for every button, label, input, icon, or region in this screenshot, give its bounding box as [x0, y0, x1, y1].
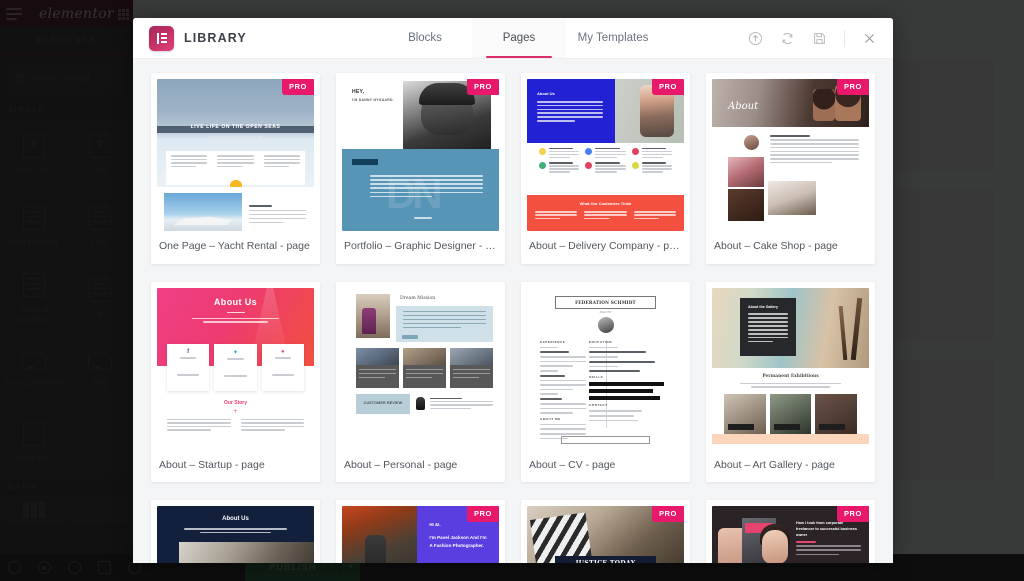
thumb-headline: I'm Pavel Jackson And I'm A Fashion Phot… [429, 535, 487, 548]
template-title: Portfolio – Graphic Designer - page [344, 240, 505, 252]
pro-badge: PRO [281, 79, 314, 95]
thumb-section-title: Permanent Exhibitions [762, 373, 819, 379]
template-card[interactable]: About the Gallery Permanent Exhibitions [706, 281, 875, 483]
thumb-sub: I'M DANNY NYGAARD. [352, 98, 394, 102]
modal-title: LIBRARY [184, 31, 247, 45]
thumb-section: CONTACT [589, 403, 608, 408]
template-title: One Page – Yacht Rental - page [159, 240, 310, 252]
thumb-review-label: CUSTOMER REVIEW [356, 393, 410, 414]
close-icon[interactable] [862, 31, 877, 46]
elementor-logo-icon [149, 25, 174, 51]
template-card[interactable]: PRO LIVE LIFE ON THE OPEN SEAS LUXURY YA… [151, 73, 320, 264]
thumb-headline: HEY, [352, 89, 365, 95]
modal-actions [748, 18, 893, 58]
template-thumbnail: PRO JUSTICE TODAY Case Results · 100% [527, 506, 684, 563]
import-template-icon[interactable] [748, 31, 763, 46]
sync-library-icon[interactable] [780, 31, 795, 46]
thumb-sub: LUXURY YACHTING SOLUTIONS [208, 135, 263, 139]
thumb-headline: Dream Mission [400, 295, 436, 301]
thumb-link: Our Story [223, 399, 248, 406]
template-title: About – Personal - page [344, 458, 458, 471]
template-library-modal: LIBRARY Blocks Pages My Templates PRO LI… [133, 18, 893, 563]
thumb-band-title: What Our Customers Think [579, 201, 632, 206]
template-thumbnail: PRO About [712, 79, 869, 231]
thumb-headline: About Us [222, 516, 249, 523]
save-template-icon[interactable] [812, 31, 827, 46]
thumb-headline: FEDERATION SCHMIDT [555, 295, 656, 309]
pro-badge: PRO [466, 506, 499, 523]
thumb-role: ANALYST [599, 310, 612, 314]
tab-blocks[interactable]: Blocks [378, 18, 472, 58]
template-thumbnail: PRO LIVE LIFE ON THE OPEN SEAS LUXURY YA… [157, 79, 314, 231]
template-card[interactable]: FEDERATION SCHMIDT ANALYST EXPERIENCE AB… [521, 281, 690, 483]
pro-badge: PRO [836, 79, 869, 95]
thumb-headline: About [728, 101, 759, 112]
thumb-headline: LIVE LIFE ON THE OPEN SEAS [190, 124, 281, 130]
template-title: About – Delivery Company - page [529, 240, 687, 252]
template-card[interactable]: About Us [151, 500, 320, 563]
tab-pages[interactable]: Pages [472, 18, 566, 58]
thumb-headline: JUSTICE TODAY [555, 556, 656, 563]
template-card[interactable]: Dream Mission CUSTOMER REVIEW About – Pe… [336, 281, 505, 483]
template-card[interactable]: About Us f ✦ ● Our Story + About – Start… [151, 281, 320, 483]
template-card[interactable]: PRO HI &I. I'm Pavel Jackson And I'm A F… [336, 500, 505, 563]
thumb-headline: How I took from corporate freelancer to … [796, 521, 857, 538]
thumb-headline: About Us [213, 296, 258, 307]
template-card[interactable]: PRO How I took from corporate freelancer… [706, 500, 875, 563]
tab-my-templates[interactable]: My Templates [566, 18, 660, 58]
template-title: About – Art Gallery - page [714, 458, 835, 471]
template-card[interactable]: PRO About About – Cake Shop - page [706, 73, 875, 264]
thumb-section: EXPERIENCE [540, 339, 566, 344]
template-thumbnail: Dream Mission CUSTOMER REVIEW [342, 287, 499, 450]
template-thumbnail: About Us [157, 506, 314, 563]
template-title: About – Cake Shop - page [714, 240, 838, 252]
template-thumbnail: PRO About Us What Our Customers Think [527, 79, 684, 231]
thumb-headline: About Us [537, 91, 555, 96]
pro-badge: PRO [466, 79, 499, 95]
modal-brand: LIBRARY [133, 18, 378, 58]
pro-badge: PRO [651, 79, 684, 95]
action-divider [844, 29, 845, 47]
template-title: About – Startup - page [159, 458, 265, 471]
modal-tabs: Blocks Pages My Templates [378, 18, 660, 58]
template-thumbnail: PRO HEY, I'M DANNY NYGAARD. DN [342, 79, 499, 231]
thumb-headline: About the Gallery [748, 304, 778, 309]
thumb-section: SKILLS [589, 375, 604, 380]
thumb-sub: HI &I. [429, 522, 441, 528]
template-thumbnail: PRO HI &I. I'm Pavel Jackson And I'm A F… [342, 506, 499, 563]
thumb-section: ABOUT ME [540, 416, 561, 421]
template-card[interactable]: PRO HEY, I'M DANNY NYGAARD. DN Portfolio… [336, 73, 505, 264]
template-thumbnail: FEDERATION SCHMIDT ANALYST EXPERIENCE AB… [527, 287, 684, 450]
screen: elementor ELEMENTS Search Widget SINGLE … [0, 0, 1024, 581]
template-card[interactable]: PRO JUSTICE TODAY Case Results · 100% [521, 500, 690, 563]
thumb-section: EDUCATION [589, 339, 613, 344]
template-thumbnail: PRO How I took from corporate freelancer… [712, 506, 869, 563]
template-card[interactable]: PRO About Us What Our Customers Think Ab… [521, 73, 690, 264]
template-thumbnail: About the Gallery Permanent Exhibitions [712, 287, 869, 450]
template-title: About – CV - page [529, 458, 616, 471]
template-thumbnail: About Us f ✦ ● Our Story + [157, 287, 314, 450]
template-list[interactable]: PRO LIVE LIFE ON THE OPEN SEAS LUXURY YA… [133, 59, 893, 563]
modal-header: LIBRARY Blocks Pages My Templates [133, 18, 893, 59]
template-grid: PRO LIVE LIFE ON THE OPEN SEAS LUXURY YA… [151, 73, 875, 563]
pro-badge: PRO [651, 506, 684, 523]
pro-badge: PRO [836, 506, 869, 523]
